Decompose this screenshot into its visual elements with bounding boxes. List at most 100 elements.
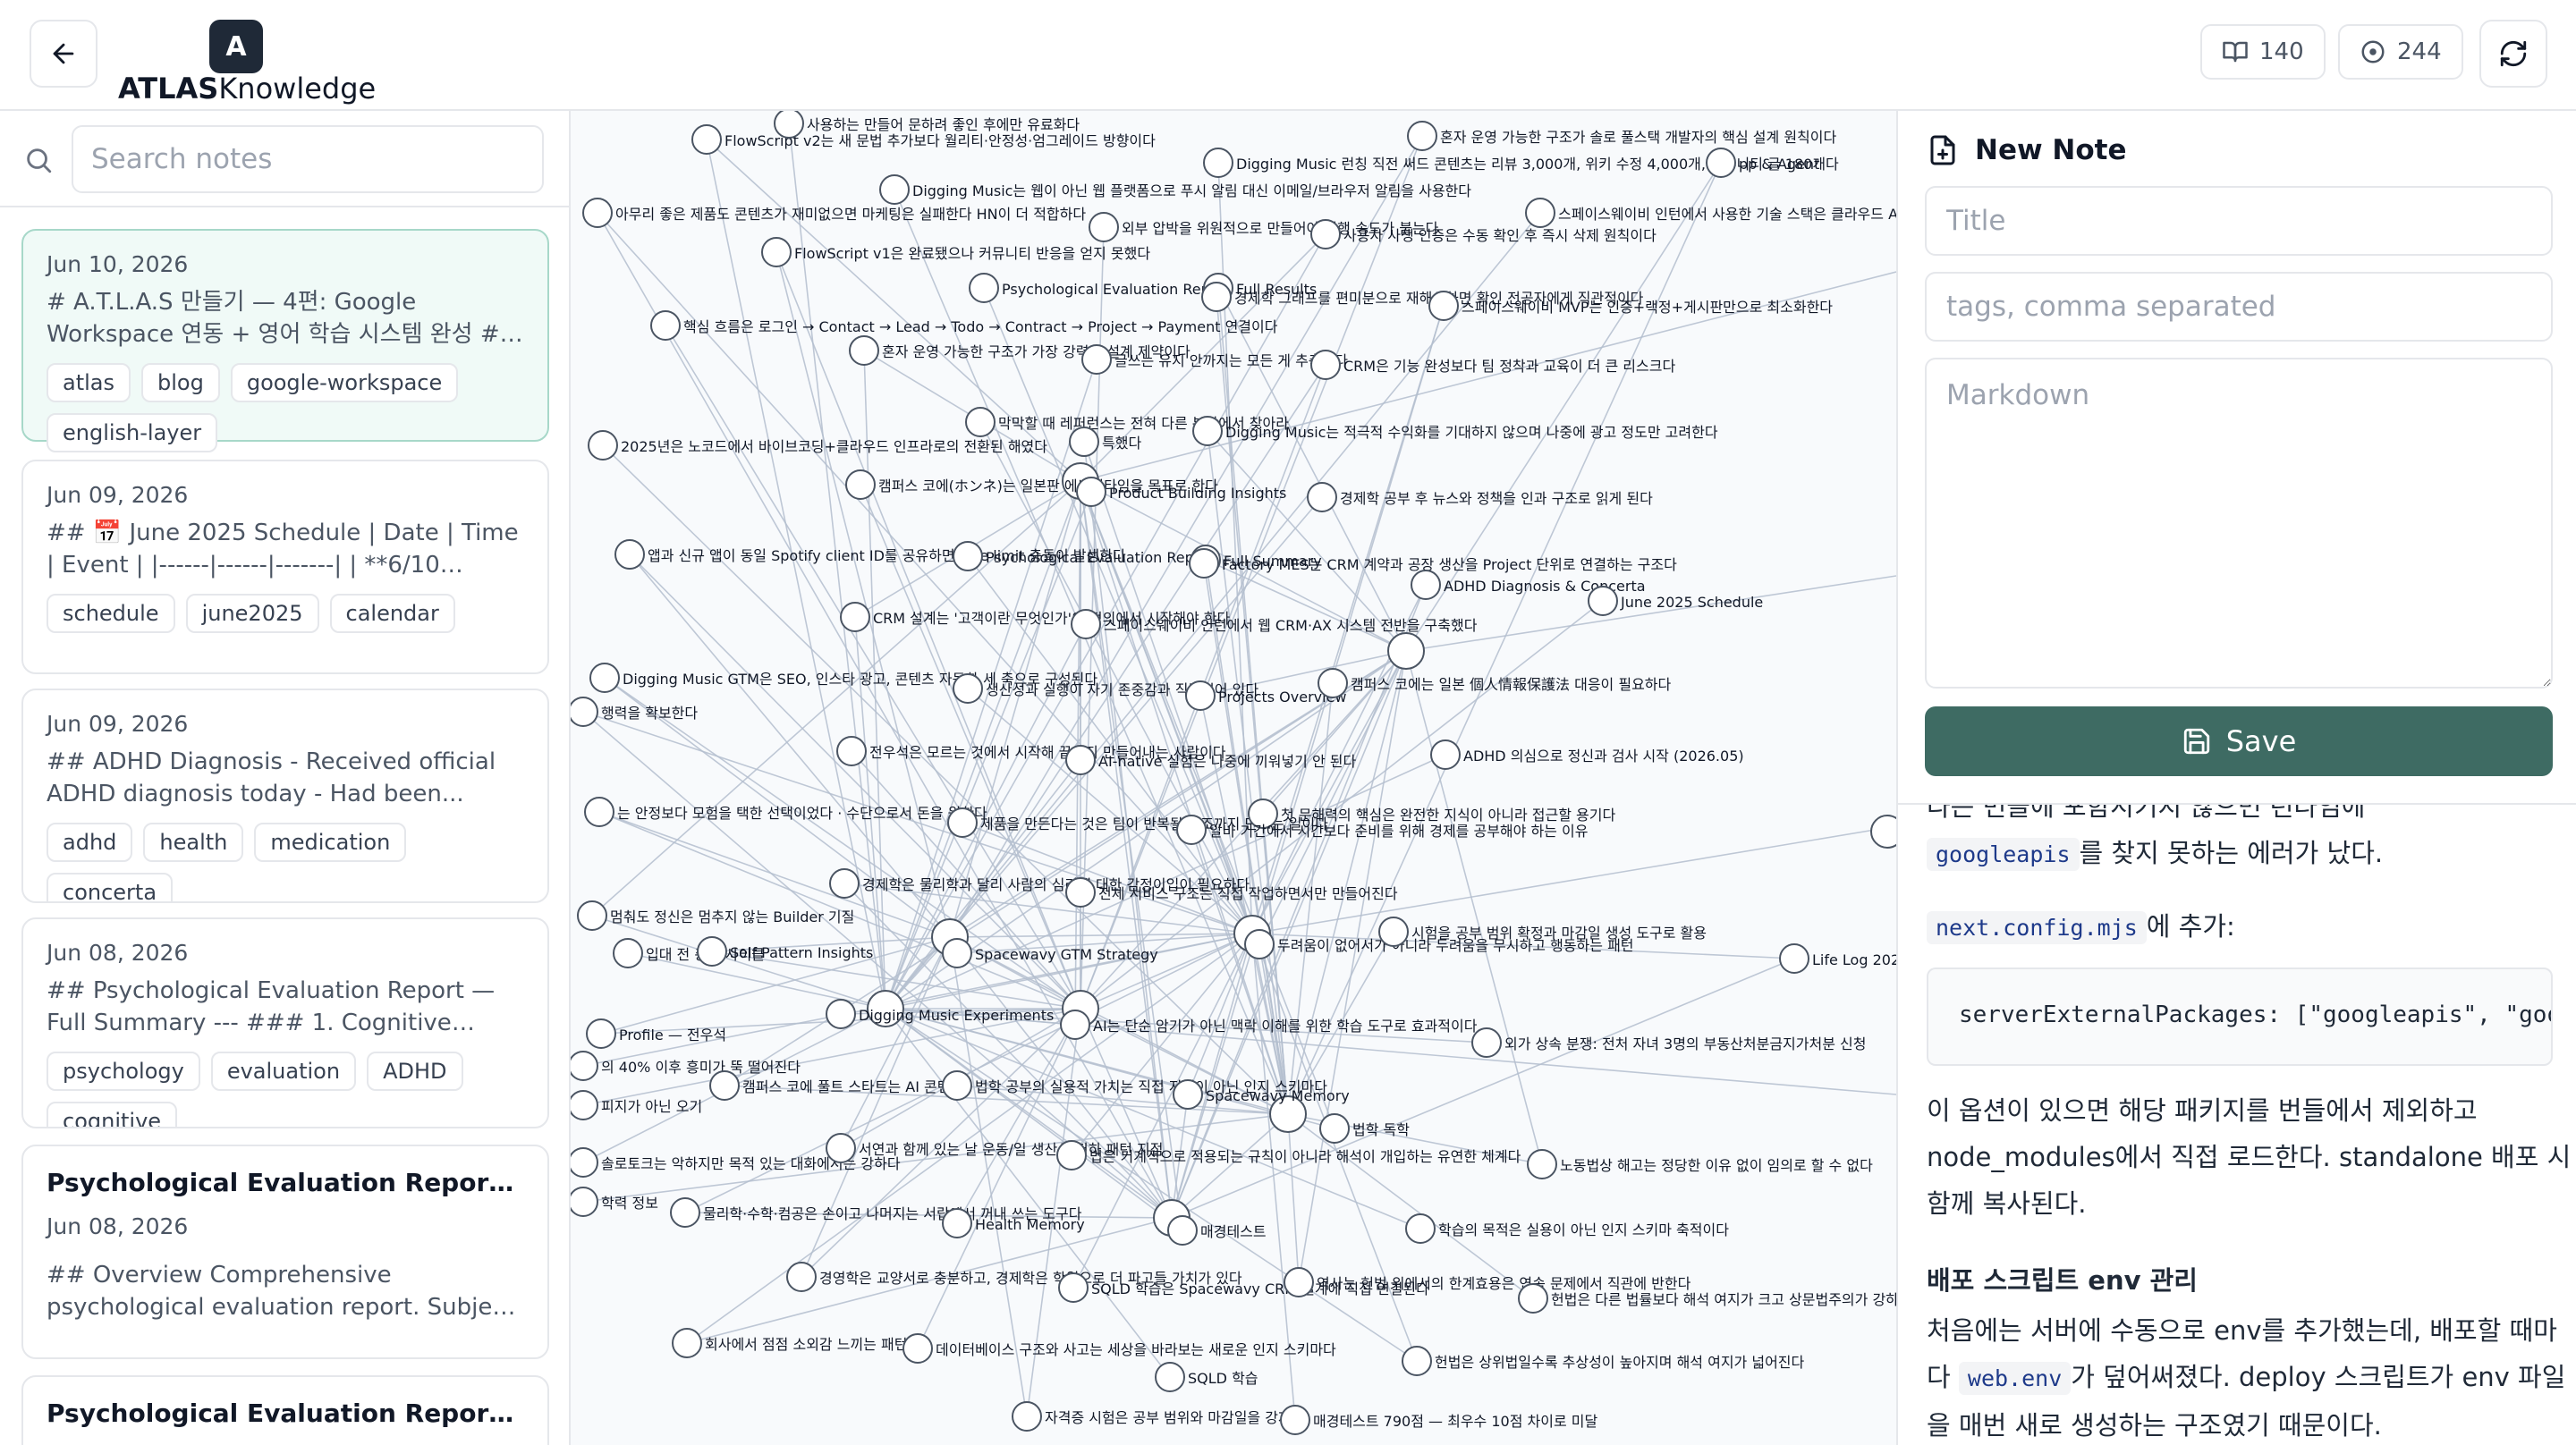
graph-node-circle[interactable] [613,938,643,968]
graph-node-circle[interactable] [840,602,870,632]
graph-node-circle[interactable] [571,697,598,727]
graph-node-circle[interactable] [1203,148,1233,178]
graph-node-circle[interactable] [849,335,879,366]
graph-node-circle[interactable] [582,198,613,228]
tag[interactable]: google-workspace [230,363,459,402]
graph-node-circle[interactable] [965,407,996,437]
graph-node[interactable]: 외가 상속 분쟁: 전처 자녀 3명의 부동산처분금지가처분 신청 [1471,1027,1866,1058]
graph-node-circle[interactable] [1405,1213,1436,1244]
tag[interactable]: blog [141,363,220,402]
graph-node-circle[interactable] [1402,1346,1432,1376]
back-button[interactable] [30,20,97,88]
graph-node-circle[interactable] [709,1070,740,1101]
tag[interactable]: health [143,823,244,862]
graph-node-circle[interactable] [761,237,792,267]
graph-hub-node[interactable] [1387,632,1425,670]
graph-node[interactable]: pp & Agent [1706,148,1819,178]
graph-node-circle[interactable] [672,1328,702,1358]
graph-node[interactable]: FlowScript v1은 완료됐으나 커뮤니티 반응을 얻지 못했다 [761,237,1150,267]
graph-node[interactable]: AI는 단순 암기가 아닌 맥락 이해를 위한 학습 도구로 효과적이다 [1060,1010,1478,1040]
graph-node[interactable]: 아무리 좋은 제품도 콘텐츠가 재미없으면 마케팅은 실패한다 HN이 더 적합… [582,198,1086,228]
graph-node-circle[interactable] [879,174,910,205]
graph-node[interactable]: 행력을 확보한다 [571,697,698,727]
tag[interactable]: adhd [47,823,133,862]
graph-node-circle[interactable] [1065,745,1096,775]
tag[interactable]: concerta [47,873,174,901]
graph-node-circle[interactable] [969,273,999,303]
search-input[interactable] [72,125,544,193]
graph-node-circle[interactable] [845,469,876,500]
graph-node-circle[interactable] [1706,148,1736,178]
save-button[interactable]: Save [1925,706,2553,776]
graph-node[interactable]: 는 안정보다 모험을 택한 선택이었다 · 수단으로서 돈을 원한다 [584,797,987,827]
tag[interactable]: evaluation [210,1052,357,1091]
graph-node-circle[interactable] [1525,198,1555,228]
tag[interactable]: cognitive [47,1102,178,1127]
note-card[interactable]: Jun 08, 2026 ## Psychological Evaluation… [21,917,549,1128]
graph-node-circle[interactable] [589,663,620,693]
graph-node-circle[interactable] [1155,1362,1185,1392]
graph-node-circle[interactable] [1280,1405,1310,1435]
graph-node-circle[interactable] [1069,427,1099,457]
graph-node-circle[interactable] [1192,416,1223,446]
tag[interactable]: psychology [47,1052,200,1091]
graph-node-circle[interactable] [571,1187,598,1217]
graph-node[interactable]: 노동법상 해고는 정당한 이유 없이 임의로 할 수 없다 [1527,1149,1873,1179]
graph-node-circle[interactable] [577,900,607,931]
graph-node-circle[interactable] [1201,282,1232,312]
graph-node-circle[interactable] [829,868,860,899]
graph-node[interactable]: SQLD 학습 [1155,1362,1258,1392]
graph-node[interactable]: 데이터베이스 구조와 사고는 세상을 바라보는 새로운 인지 스키마다 [902,1333,1336,1364]
graph-node[interactable]: Psychological Evaluation Repo [953,541,1203,571]
tag[interactable]: schedule [47,594,175,633]
graph-node-circle[interactable] [1284,1267,1314,1297]
graph-node-circle[interactable] [826,1133,856,1163]
graph-node-circle[interactable] [1058,1272,1089,1303]
knowledge-graph[interactable]: FlowScript v2는 새 문법 추가보다 월리티·안정성·엄그레이드 방… [571,111,1896,1445]
graph-node-circle[interactable] [584,797,614,827]
tags-input[interactable] [1925,272,2553,342]
graph-node[interactable]: 스페이스웨이비 인턴에서 사용한 기술 스택은 클라우드 AI 중 [1525,198,1896,228]
graph-node-circle[interactable] [786,1262,817,1292]
graph-node-circle[interactable] [1428,291,1459,321]
graph-node-circle[interactable] [1173,1079,1203,1110]
graph-node-circle[interactable] [1310,219,1341,249]
graph-node-circle[interactable] [1518,1283,1548,1314]
graph-node-circle[interactable] [1081,344,1112,375]
graph-node-circle[interactable] [1411,570,1441,600]
tag[interactable]: medication [254,823,407,862]
graph-node-circle[interactable] [697,936,727,967]
graph-node-circle[interactable] [902,1333,933,1364]
graph-node-circle[interactable] [571,1051,598,1081]
graph-node-circle[interactable] [670,1197,700,1228]
graph-node[interactable]: ADHD 의심으로 정신과 검사 시작 (2026.05) [1430,739,1744,770]
refresh-button[interactable] [2479,20,2547,88]
graph-node-circle[interactable] [953,673,983,704]
graph-node-circle[interactable] [947,807,978,838]
graph-node-circle[interactable] [774,111,804,139]
graph-node[interactable] [1870,815,1896,849]
graph-node-circle[interactable] [1471,1027,1502,1058]
note-card[interactable]: Psychological Evaluation Report – Fu... … [21,1145,549,1359]
graph-node-circle[interactable] [571,1090,598,1120]
graph-node-circle[interactable] [836,736,867,766]
graph-node[interactable]: 멈춰도 정신은 멈추지 않는 Builder 기질 [577,900,854,931]
notes-count-button[interactable]: 140 [2200,24,2326,80]
graph-node[interactable]: Life Log 2026 [1779,943,1896,974]
graph-node-circle[interactable] [1071,609,1101,639]
graph-node[interactable]: 의 40% 이후 흥미가 뚝 떨어진다 [571,1051,801,1081]
graph-node-circle[interactable] [1176,815,1207,845]
graph-node[interactable]: 헌법은 상위법일수록 추상성이 높아지며 해석 여지가 넓어진다 [1402,1346,1805,1376]
tag[interactable]: english-layer [47,413,218,452]
note-card[interactable]: Jun 09, 2026 ## ADHD Diagnosis - Receive… [21,689,549,903]
graph-node[interactable]: 학력 정보 [571,1187,658,1217]
graph-node[interactable]: 매경테스트 790점 — 최우수 10점 차이로 미달 [1280,1405,1597,1435]
graph-node-circle[interactable] [586,1018,616,1049]
graph-node-circle[interactable] [1430,739,1461,770]
graph-node-circle[interactable] [1378,917,1409,947]
graph-node-circle[interactable] [942,938,972,968]
graph-node-circle[interactable] [1076,477,1106,507]
graph-node-circle[interactable] [571,1147,598,1178]
graph-node-circle[interactable] [1012,1401,1042,1432]
graph-node-circle[interactable] [1167,1215,1198,1246]
